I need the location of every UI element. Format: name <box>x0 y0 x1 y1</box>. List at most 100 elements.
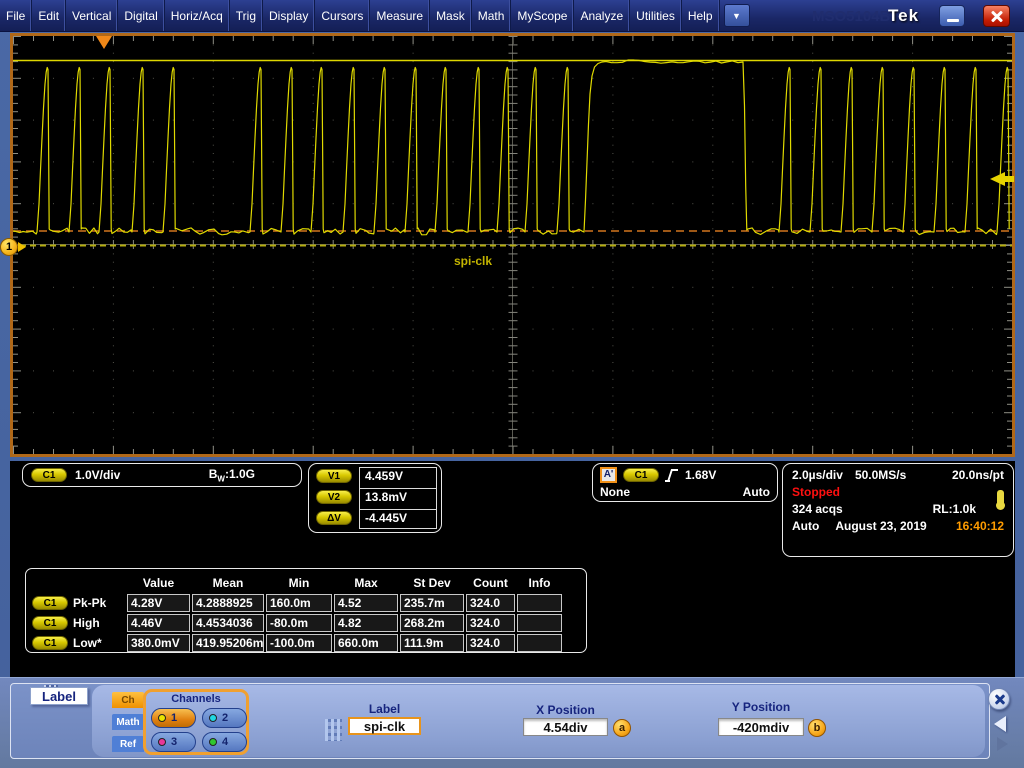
table-cell: 324.0 <box>466 594 515 612</box>
table-cell: 268.2m <box>400 614 464 632</box>
menu-horiz-acq[interactable]: Horiz/Acq <box>165 0 230 31</box>
panel-title: Label <box>30 687 88 705</box>
table-cell: 660.0m <box>334 634 398 652</box>
record-length: RL:1.0k <box>933 502 976 516</box>
oscilloscope-app: File Edit Vertical Digital Horiz/Acq Tri… <box>0 0 1024 768</box>
menu-analyze[interactable]: Analyze <box>574 0 630 31</box>
x-position-caption: X Position <box>523 703 608 717</box>
trigger-level: 1.68V <box>685 468 716 482</box>
trigger-readout[interactable]: A' C1 1.68V None Auto <box>592 463 778 502</box>
menu-file[interactable]: File <box>0 0 32 31</box>
table-cell: 4.52 <box>334 594 398 612</box>
trigger-mode: None <box>600 485 630 499</box>
virtual-keyboard-icon[interactable] <box>325 719 342 741</box>
channel1-scale: 1.0V/div <box>75 468 120 482</box>
trigger-position-marker-icon[interactable] <box>96 36 112 49</box>
cursor-dv-badge: ΔV <box>316 511 352 525</box>
table-cell: 4.46V <box>127 614 190 632</box>
meas-header-mean: Mean <box>192 576 264 590</box>
waveform-label[interactable]: spi-clk <box>454 254 492 268</box>
menu-utilities[interactable]: Utilities <box>630 0 682 31</box>
model-number: MSO5104B <box>812 8 890 25</box>
panel-close-button[interactable] <box>988 688 1010 710</box>
minimize-icon <box>947 19 959 22</box>
tab-ch[interactable]: Ch <box>112 692 144 708</box>
menu-edit[interactable]: Edit <box>32 0 66 31</box>
trigger-mode-auto: Auto <box>792 519 819 533</box>
trigger-auto: Auto <box>743 485 770 499</box>
acquisition-count: 324 acqs <box>792 502 843 516</box>
panel-prev-arrow[interactable] <box>994 716 1006 732</box>
table-cell: 324.0 <box>466 614 515 632</box>
y-position-input[interactable]: -420mdiv <box>718 718 804 736</box>
cursor-readout[interactable]: V1 V2 ΔV 4.459V 13.8mV -4.445V <box>308 463 442 533</box>
tab-math[interactable]: Math <box>112 714 144 730</box>
menu-measure[interactable]: Measure <box>370 0 430 31</box>
knob-b-indicator[interactable]: b <box>808 719 826 737</box>
meas-header-count: Count <box>466 576 515 590</box>
date: August 23, 2019 <box>835 519 926 533</box>
table-cell: 235.7m <box>400 594 464 612</box>
minimize-button[interactable] <box>939 5 965 27</box>
x-position-input[interactable]: 4.54div <box>523 718 608 736</box>
menu-cursors[interactable]: Cursors <box>315 0 370 31</box>
table-cell: 160.0m <box>266 594 332 612</box>
tek-logo: Tek <box>888 6 919 26</box>
channel1-bandwidth: BW:1.0G <box>209 467 255 483</box>
table-cell: 324.0 <box>466 634 515 652</box>
graticule-and-trace <box>13 36 1012 454</box>
menu-overflow-dropdown-icon[interactable]: ▼ <box>724 4 750 27</box>
horizontal-acquisition-readout[interactable]: 2.0µs/div 50.0MS/s 20.0ns/pt Stopped 324… <box>782 463 1014 557</box>
table-cell: 4.4534036 <box>192 614 264 632</box>
horizontal-scale: 2.0µs/div <box>792 468 843 482</box>
meas-row-low-label[interactable]: C1Low* <box>32 636 125 650</box>
waveform-display: spi-clk <box>10 33 1015 457</box>
channel1-ground-marker[interactable]: 1 <box>0 238 18 256</box>
channels-group: Channels 1 2 3 4 <box>143 689 249 755</box>
table-cell: 4.28V <box>127 594 190 612</box>
menu-myscope[interactable]: MyScope <box>511 0 574 31</box>
meas-row-high-label[interactable]: C1High <box>32 616 125 630</box>
menu-vertical[interactable]: Vertical <box>66 0 118 31</box>
channel-3-button[interactable]: 3 <box>151 732 196 752</box>
meas-header-max: Max <box>334 576 398 590</box>
menu-help[interactable]: Help <box>682 0 720 31</box>
cursor-v2-value: 13.8mV <box>361 490 431 504</box>
channels-group-label: Channels <box>146 693 246 705</box>
table-cell <box>517 614 562 632</box>
meas-header-info: Info <box>517 576 562 590</box>
channel-4-color-dot <box>209 738 217 746</box>
menu-digital[interactable]: Digital <box>118 0 164 31</box>
menu-display[interactable]: Display <box>263 0 315 31</box>
channel-1-button[interactable]: 1 <box>151 708 196 728</box>
sample-rate: 50.0MS/s <box>855 468 906 482</box>
cursor-v2-badge: V2 <box>316 490 352 504</box>
channel-2-color-dot <box>209 714 217 722</box>
channel1-badge: C1 <box>31 468 67 482</box>
channel-1-color-dot <box>158 714 166 722</box>
channel1-readout[interactable]: C1 1.0V/div BW:1.0G <box>22 463 302 487</box>
channel-2-button[interactable]: 2 <box>202 708 247 728</box>
cursor-dv-value: -4.445V <box>361 511 431 525</box>
table-cell: 4.2888925 <box>192 594 264 612</box>
meas-row-pkpk-label[interactable]: C1Pk-Pk <box>32 596 125 610</box>
table-cell <box>517 634 562 652</box>
trigger-level-arrow-icon[interactable] <box>990 172 1005 186</box>
menu-mask[interactable]: Mask <box>430 0 472 31</box>
table-cell: -100.0m <box>266 634 332 652</box>
meas-header-value: Value <box>127 576 190 590</box>
record-position-icon <box>997 490 1004 507</box>
menu-math[interactable]: Math <box>472 0 512 31</box>
knob-a-indicator[interactable]: a <box>613 719 631 737</box>
menu-trig[interactable]: Trig <box>230 0 263 31</box>
channel-3-color-dot <box>158 738 166 746</box>
table-cell: 380.0mV <box>127 634 190 652</box>
table-cell: 4.82 <box>334 614 398 632</box>
label-input[interactable]: spi-clk <box>348 717 421 735</box>
tab-ref[interactable]: Ref <box>112 736 144 752</box>
label-control-panel: Label Ch Math Ref Channels 1 2 3 4 Label… <box>0 677 1024 768</box>
panel-next-arrow <box>997 737 1008 751</box>
meas-ch-badge: C1 <box>32 596 68 610</box>
channel-4-button[interactable]: 4 <box>202 732 247 752</box>
window-close-button[interactable] <box>983 5 1010 27</box>
